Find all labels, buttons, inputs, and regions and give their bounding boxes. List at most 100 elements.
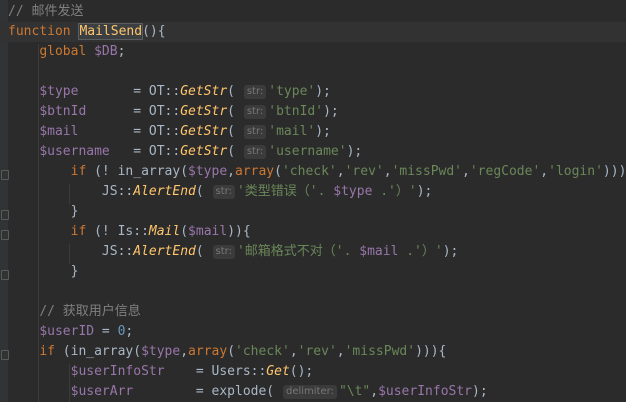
identifier-highlight: MailSend xyxy=(78,23,144,40)
code-token: AlertEnd xyxy=(133,184,196,199)
code-line[interactable]: if (! Is::Mail($mail)){ xyxy=(8,222,251,242)
code-token: 'username' xyxy=(268,144,347,159)
code-token: } xyxy=(8,204,79,219)
code-token: GetStr xyxy=(180,84,228,99)
code-token: ( xyxy=(227,84,243,99)
parameter-hint: str: xyxy=(243,105,267,119)
code-token: (in_array( xyxy=(62,344,142,359)
code-token: 'check' xyxy=(281,164,337,179)
code-line[interactable]: global $DB; xyxy=(8,42,125,62)
code-token: if xyxy=(70,224,95,239)
code-token: $userInfoStr xyxy=(70,364,165,379)
code-token: $type xyxy=(141,344,181,359)
code-token: $type xyxy=(39,84,79,99)
code-line[interactable]: $username = OT::GetStr( str:'username'); xyxy=(8,142,362,162)
code-token: = Users:: xyxy=(164,364,267,379)
code-token: , xyxy=(383,164,392,179)
code-token: $userID xyxy=(39,324,95,339)
code-token: = OT:: xyxy=(78,84,181,99)
code-token: ( xyxy=(227,344,236,359)
code-line[interactable]: // 邮件发送 xyxy=(8,2,83,22)
code-line[interactable]: $type = OT::GetStr( str:'type'); xyxy=(8,82,331,102)
code-token: $btnId xyxy=(39,104,87,119)
code-line[interactable]: } xyxy=(8,262,79,282)
code-token: GetStr xyxy=(180,144,228,159)
code-line[interactable]: $mail = OT::GetStr( str:'mail'); xyxy=(8,122,331,142)
code-token: = xyxy=(94,324,118,339)
code-editor[interactable]: // 邮件发送 function MailSend(){ global $DB; … xyxy=(0,0,626,402)
code-token: $username xyxy=(39,144,110,159)
code-token: ( xyxy=(195,244,212,259)
code-token: } xyxy=(8,264,79,279)
code-line[interactable]: $userID = 0; xyxy=(8,322,133,342)
code-token: , xyxy=(336,164,345,179)
code-token: , xyxy=(540,164,549,179)
code-token: '邮箱格式不对（'. xyxy=(236,244,360,259)
code-token: AlertEnd xyxy=(133,244,196,259)
code-token: = OT:: xyxy=(109,144,181,159)
code-token: // 邮件发送 xyxy=(8,4,84,19)
code-token: 'check' xyxy=(235,344,290,359)
code-token: ( xyxy=(274,164,282,179)
code-token: 'type' xyxy=(268,84,316,99)
code-token: GetStr xyxy=(180,104,228,119)
code-token: 'login' xyxy=(548,164,603,179)
code-token: ; xyxy=(125,324,134,339)
code-token: ); xyxy=(416,184,433,199)
code-line[interactable]: if (in_array($type,array('check','rev','… xyxy=(8,342,446,362)
code-token: array xyxy=(188,344,228,359)
code-line[interactable]: if (! in_array($type,array('check','rev'… xyxy=(8,162,626,182)
code-token: ); xyxy=(346,144,363,159)
code-token: MailSend xyxy=(78,23,144,40)
editor-gutter[interactable] xyxy=(0,0,8,402)
parameter-hint: str: xyxy=(243,145,267,159)
code-token: global xyxy=(39,44,95,59)
code-token: array xyxy=(235,164,275,179)
code-line[interactable]: } xyxy=(8,202,79,222)
code-token: if xyxy=(39,344,63,359)
code-token: $userArr xyxy=(70,384,134,399)
code-line[interactable]: $btnId = OT::GetStr( str:'btnId'); xyxy=(8,102,339,122)
code-token: (! Is:: xyxy=(94,224,149,239)
parameter-hint: str: xyxy=(212,245,235,259)
code-token: GetStr xyxy=(180,124,228,139)
code-token: JS:: xyxy=(8,244,134,259)
code-token: ( xyxy=(227,104,243,119)
parameter-hint: str: xyxy=(212,185,235,199)
code-token: ); xyxy=(472,384,488,399)
code-token: , xyxy=(180,344,189,359)
code-line[interactable]: // 获取用户信息 xyxy=(8,302,141,322)
code-token: = OT:: xyxy=(86,104,181,119)
parameter-hint: delimiter: xyxy=(282,385,337,399)
code-token: ); xyxy=(442,244,459,259)
code-token: $type xyxy=(333,184,373,199)
code-token: ( xyxy=(227,144,243,159)
code-line[interactable]: JS::AlertEnd( str: '类型错误（'. $type .'）'); xyxy=(8,182,432,202)
code-line[interactable]: $userArr = explode( delimiter: "\t",$user… xyxy=(8,382,488,402)
code-token: 'regCode' xyxy=(469,164,541,179)
code-token: Get xyxy=(266,364,290,379)
code-token: 'missPwd' xyxy=(344,344,416,359)
code-line[interactable]: $userInfoStr = Users::Get(); xyxy=(8,362,314,382)
code-token: $type xyxy=(188,164,228,179)
code-token: Mail xyxy=(148,224,181,239)
code-token: JS:: xyxy=(8,184,134,199)
code-token: // 获取用户信息 xyxy=(39,304,141,319)
code-token: 'rev' xyxy=(297,344,337,359)
code-token: $mail xyxy=(188,224,228,239)
code-line[interactable]: JS::AlertEnd( str: '邮箱格式不对（'. $mail .'）')… xyxy=(8,242,458,262)
code-token: 'rev' xyxy=(344,164,384,179)
code-token: "\t" xyxy=(338,384,371,399)
code-line[interactable]: function MailSend(){ xyxy=(0,22,626,42)
code-token: $userInfoStr xyxy=(378,384,472,399)
code-token: .'）' xyxy=(372,184,417,199)
code-token: '类型错误（'. xyxy=(236,184,334,199)
code-token: $mail xyxy=(39,124,79,139)
